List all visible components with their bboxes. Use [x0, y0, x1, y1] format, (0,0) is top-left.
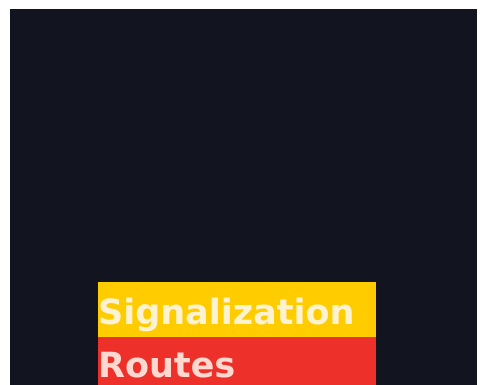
menu-list: Signalization Routes — [98, 282, 376, 385]
menu-item-label: Routes — [98, 346, 236, 385]
menu-item-routes[interactable]: Routes — [98, 337, 376, 385]
app-window: Signalization Routes — [10, 9, 477, 385]
menu-item-signalization[interactable]: Signalization — [98, 282, 376, 337]
menu-item-label: Signalization — [98, 293, 355, 333]
